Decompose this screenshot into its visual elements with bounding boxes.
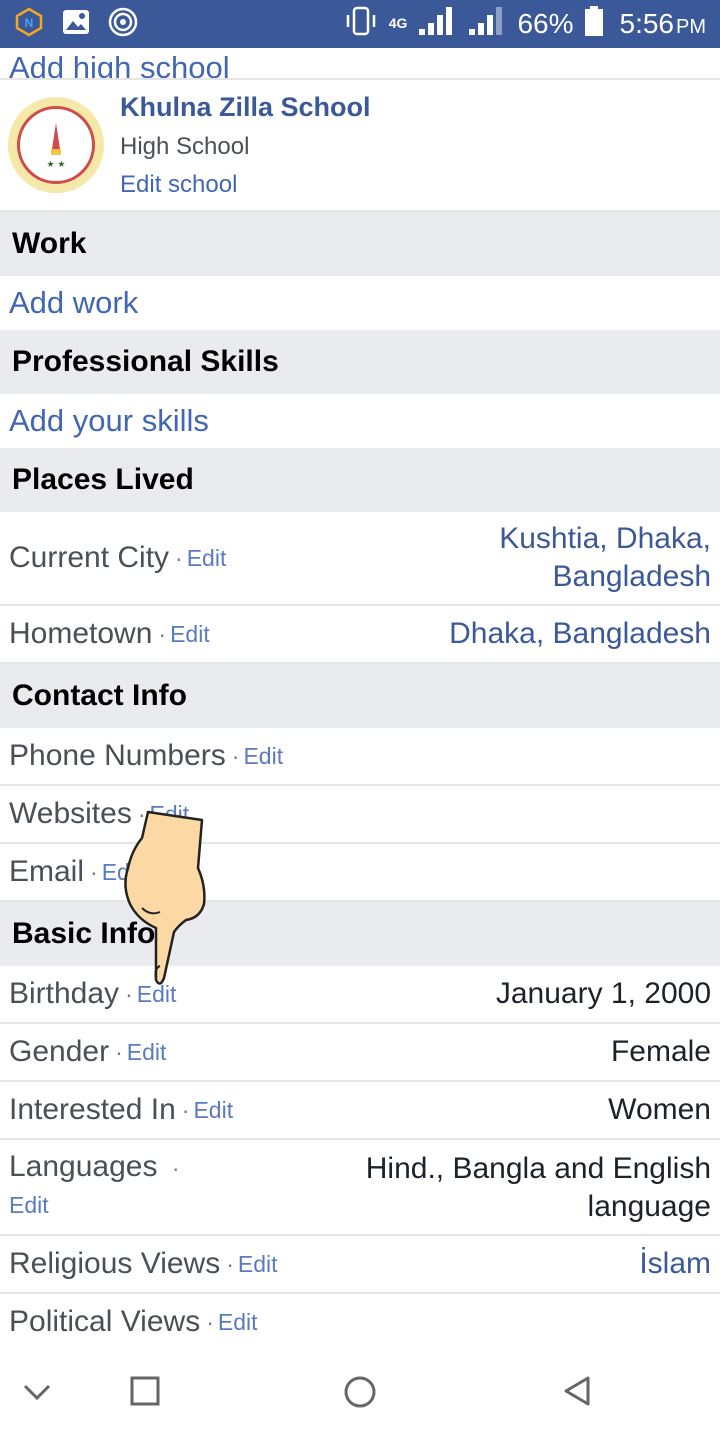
websites-label: Websites bbox=[9, 797, 132, 830]
hometown-label: Hometown bbox=[9, 617, 153, 650]
status-bar: N 4G 66% 5:56 PM bbox=[0, 0, 720, 48]
gender-row: Gender · Edit Female bbox=[0, 1024, 720, 1082]
school-name[interactable]: Khulna Zilla School bbox=[120, 92, 371, 123]
religious-views-value[interactable]: İslam bbox=[639, 1245, 711, 1283]
network-type: 4G bbox=[388, 14, 408, 31]
current-city-label: Current City bbox=[9, 541, 170, 574]
system-navigation-bar bbox=[0, 1344, 720, 1440]
section-header-basic-info: Basic Info bbox=[0, 902, 720, 966]
political-views-row: Political Views · Edit bbox=[0, 1294, 720, 1344]
app-icon: N bbox=[14, 7, 44, 42]
pointing-hand-icon bbox=[120, 808, 210, 990]
clock-time: 5:56 bbox=[619, 8, 675, 39]
current-city-row: Current City · Edit Kushtia, Dhaka, Bang… bbox=[0, 512, 720, 606]
websites-row: Websites · Edit bbox=[0, 786, 720, 844]
languages-row: Languages · Edit Hind., Bangla and Engli… bbox=[0, 1140, 720, 1236]
languages-edit-link[interactable]: Edit bbox=[9, 1192, 180, 1219]
gender-value: Female bbox=[610, 1035, 711, 1068]
home-button[interactable] bbox=[342, 1374, 378, 1415]
religious-views-row: Religious Views · Edit İslam bbox=[0, 1236, 720, 1294]
clock-ampm: PM bbox=[676, 16, 706, 38]
school-logo: ★ ★ bbox=[8, 97, 104, 193]
profile-about-content: Add high school ★ ★ Khulna Zilla School … bbox=[0, 48, 720, 1344]
languages-value: Hind., Bangla and English language bbox=[365, 1152, 711, 1223]
birthday-label: Birthday bbox=[9, 977, 120, 1010]
section-header-contact: Contact Info bbox=[0, 664, 720, 728]
section-header-places: Places Lived bbox=[0, 448, 720, 512]
hotspot-icon bbox=[108, 7, 138, 42]
phone-numbers-row: Phone Numbers · Edit bbox=[0, 728, 720, 786]
religious-views-label: Religious Views bbox=[9, 1247, 221, 1280]
hometown-value[interactable]: Dhaka, Bangladesh bbox=[449, 615, 711, 653]
gender-label: Gender bbox=[9, 1035, 110, 1068]
hometown-row: Hometown · Edit Dhaka, Bangladesh bbox=[0, 606, 720, 664]
svg-text:★ ★: ★ ★ bbox=[47, 160, 66, 170]
current-city-value[interactable]: Kushtia, Dhaka, Bangladesh bbox=[499, 520, 711, 596]
birthday-value: January 1, 2000 bbox=[495, 977, 711, 1010]
interested-in-value: Women bbox=[608, 1093, 711, 1126]
battery-percent: 66% bbox=[517, 8, 574, 39]
svg-text:N: N bbox=[25, 16, 34, 30]
battery-icon bbox=[584, 5, 604, 44]
languages-label: Languages bbox=[9, 1150, 158, 1183]
religious-views-edit-link[interactable]: Edit bbox=[238, 1251, 278, 1278]
section-header-work: Work bbox=[0, 212, 720, 276]
add-high-school-link[interactable]: Add high school bbox=[0, 48, 720, 80]
section-header-skills: Professional Skills bbox=[0, 330, 720, 394]
interested-in-row: Interested In · Edit Women bbox=[0, 1082, 720, 1140]
political-views-edit-link[interactable]: Edit bbox=[218, 1309, 258, 1336]
hide-keyboard-button[interactable] bbox=[20, 1374, 54, 1413]
signal-icon bbox=[417, 5, 457, 44]
email-row: Email · Edit bbox=[0, 844, 720, 902]
phone-numbers-label: Phone Numbers bbox=[9, 739, 226, 772]
back-button[interactable] bbox=[560, 1374, 594, 1413]
birthday-row: Birthday · Edit January 1, 2000 bbox=[0, 966, 720, 1024]
school-type: High School bbox=[120, 132, 250, 160]
email-label: Email bbox=[9, 855, 85, 888]
vibrate-icon bbox=[343, 6, 379, 43]
signal-icon-2 bbox=[467, 5, 507, 44]
phone-numbers-edit-link[interactable]: Edit bbox=[243, 743, 283, 770]
gender-edit-link[interactable]: Edit bbox=[127, 1039, 167, 1066]
current-city-edit-link[interactable]: Edit bbox=[187, 545, 227, 572]
interested-in-edit-link[interactable]: Edit bbox=[193, 1097, 233, 1124]
hometown-edit-link[interactable]: Edit bbox=[170, 621, 210, 648]
add-work-link[interactable]: Add work bbox=[0, 276, 720, 330]
recents-button[interactable] bbox=[128, 1374, 162, 1413]
gallery-icon bbox=[62, 9, 90, 40]
add-skills-link[interactable]: Add your skills bbox=[0, 394, 720, 448]
school-entry: ★ ★ Khulna Zilla School High School Edit… bbox=[0, 80, 720, 212]
edit-school-link[interactable]: Edit school bbox=[120, 171, 371, 199]
interested-in-label: Interested In bbox=[9, 1093, 176, 1126]
political-views-label: Political Views bbox=[9, 1305, 201, 1338]
